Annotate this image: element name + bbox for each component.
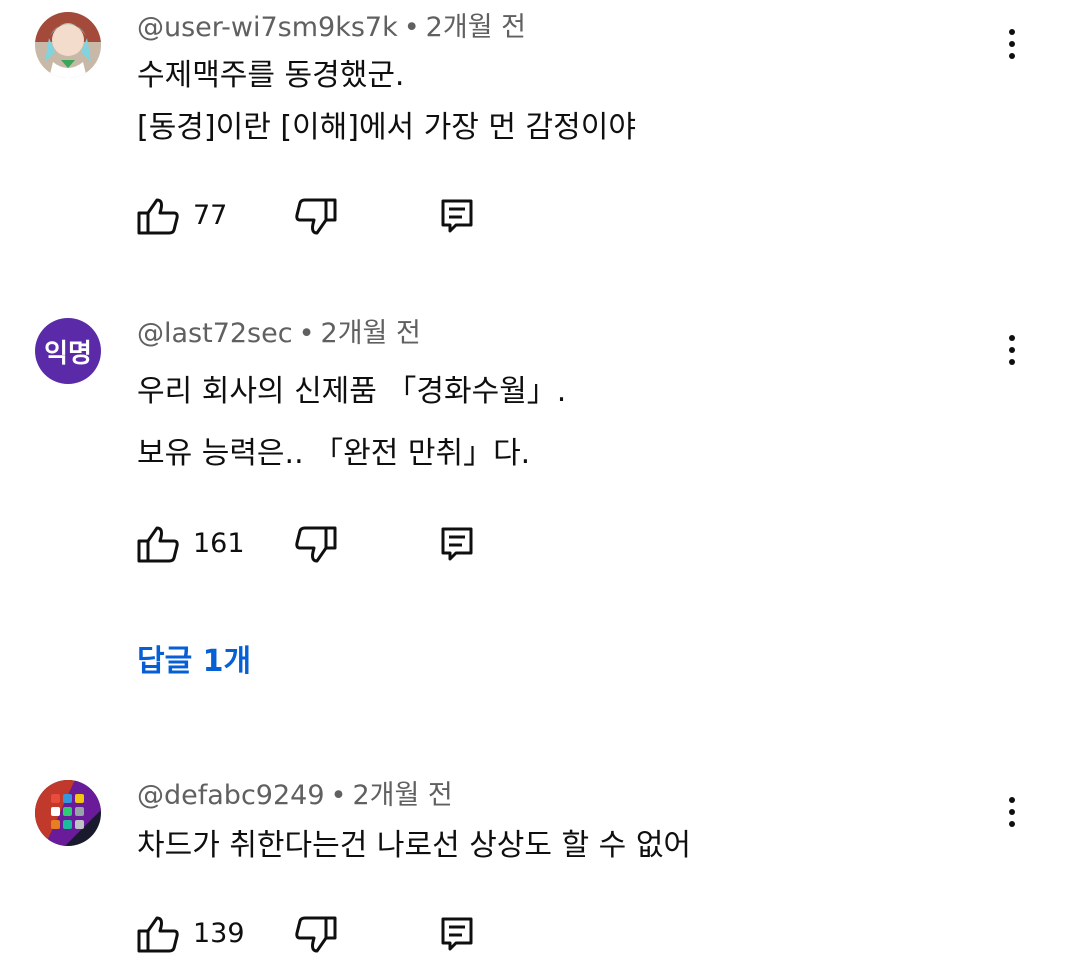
meta-separator: • xyxy=(330,780,347,811)
avatar[interactable] xyxy=(35,780,101,846)
thumbs-up-icon xyxy=(137,526,179,563)
comment-meta: @last72sec • 2개월 전 xyxy=(137,318,421,350)
dislike-button[interactable] xyxy=(295,916,337,956)
author-name[interactable]: @defabc9249 xyxy=(137,780,325,811)
reply-icon xyxy=(441,199,473,233)
comment-text-line: 우리 회사의 신제품 「경화수월」. xyxy=(137,374,567,409)
thumbs-down-icon xyxy=(295,198,337,235)
timestamp: 2개월 전 xyxy=(352,780,453,811)
more-options-button[interactable] xyxy=(992,328,1032,372)
timestamp: 2개월 전 xyxy=(425,12,526,43)
like-count: 139 xyxy=(193,918,245,949)
like-button[interactable]: 77 xyxy=(137,196,227,236)
more-dot xyxy=(1009,797,1015,803)
more-dot xyxy=(1009,359,1015,365)
comment-text-line: 차드가 취한다는건 나로선 상상도 할 수 없어 xyxy=(137,828,692,863)
reply-icon xyxy=(441,527,473,561)
more-dot xyxy=(1009,809,1015,815)
comment-text-line: [동경]이란 [이해]에서 가장 먼 감정이야 xyxy=(137,110,636,145)
like-button[interactable]: 139 xyxy=(137,914,245,954)
view-replies-link[interactable]: 답글 1개 xyxy=(137,642,251,682)
reply-button[interactable] xyxy=(440,526,474,566)
reply-button[interactable] xyxy=(440,916,474,956)
more-dot xyxy=(1009,53,1015,59)
like-button[interactable]: 161 xyxy=(137,524,245,564)
more-dot xyxy=(1009,821,1015,827)
dislike-button[interactable] xyxy=(295,198,337,238)
thumbs-up-icon xyxy=(137,916,179,953)
more-options-button[interactable] xyxy=(992,22,1032,66)
more-dot xyxy=(1009,335,1015,341)
timestamp: 2개월 전 xyxy=(320,318,421,349)
like-count: 77 xyxy=(193,200,228,231)
more-dot xyxy=(1009,347,1015,353)
more-dot xyxy=(1009,41,1015,47)
avatar[interactable] xyxy=(35,12,101,78)
author-name[interactable]: @last72sec xyxy=(137,318,293,349)
author-name[interactable]: @user-wi7sm9ks7k xyxy=(137,12,398,43)
comment-meta: @user-wi7sm9ks7k • 2개월 전 xyxy=(137,12,526,44)
comment-meta: @defabc9249 • 2개월 전 xyxy=(137,780,453,812)
more-options-button[interactable] xyxy=(992,790,1032,834)
comment-text-line: 보유 능력은.. 「완전 만취」다. xyxy=(137,436,531,471)
meta-separator: • xyxy=(298,318,315,349)
dislike-button[interactable] xyxy=(295,526,337,566)
meta-separator: • xyxy=(403,12,420,43)
thumbs-down-icon xyxy=(295,916,337,953)
reply-icon xyxy=(441,917,473,951)
thumbs-down-icon xyxy=(295,526,337,563)
more-dot xyxy=(1009,29,1015,35)
avatar[interactable]: 익명 xyxy=(35,318,101,384)
thumbs-up-icon xyxy=(137,198,179,235)
like-count: 161 xyxy=(193,528,245,559)
comment-text-line: 수제맥주를 동경했군. xyxy=(137,58,405,93)
reply-button[interactable] xyxy=(440,198,474,238)
